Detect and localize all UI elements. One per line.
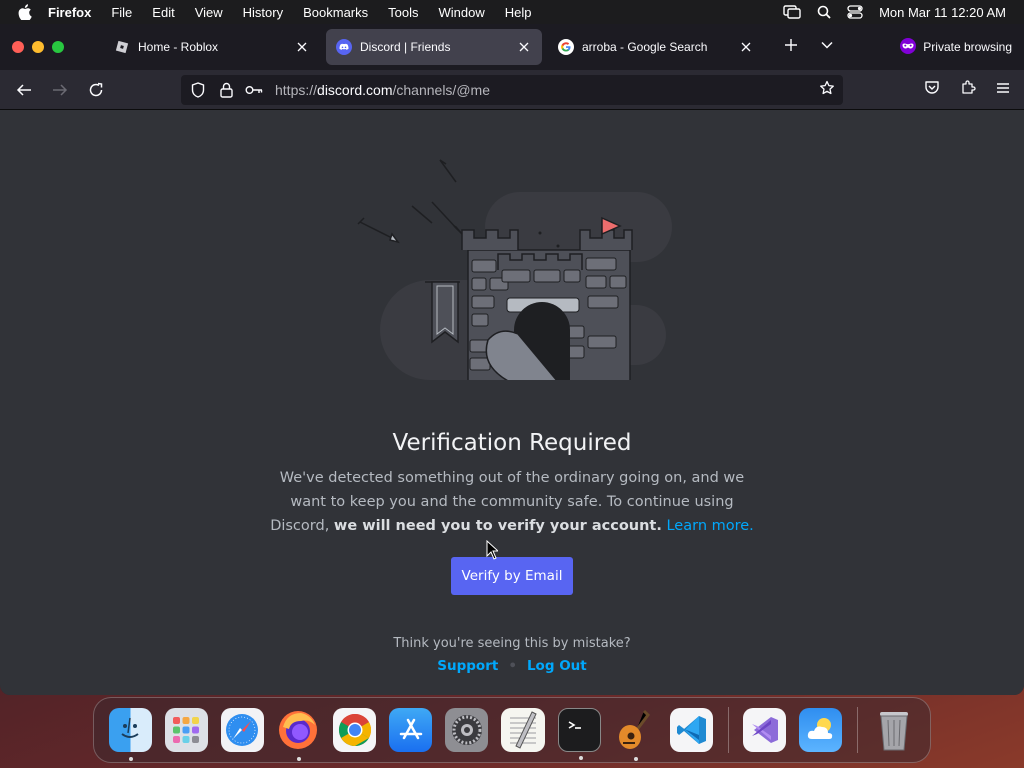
menu-tools[interactable]: Tools <box>388 5 418 20</box>
bookmark-star-icon[interactable] <box>819 80 835 101</box>
menu-bar: Firefox File Edit View History Bookmarks… <box>0 0 1024 24</box>
menubar-clock[interactable]: Mon Mar 11 12:20 AM <box>879 5 1006 20</box>
key-icon[interactable] <box>245 81 263 99</box>
terminal-icon[interactable] <box>557 708 601 760</box>
browser-window: Home - Roblox Discord | Friends arroba -… <box>0 24 1024 695</box>
spotlight-search-icon[interactable] <box>817 5 831 19</box>
close-tab-icon[interactable] <box>294 39 310 55</box>
hamburger-menu-icon[interactable] <box>996 81 1010 99</box>
private-browsing-indicator: Private browsing <box>899 37 1012 57</box>
private-mask-icon <box>899 37 917 57</box>
extensions-puzzle-icon[interactable] <box>960 79 976 100</box>
close-tab-icon[interactable] <box>516 39 532 55</box>
text-cursor-icon <box>486 540 498 560</box>
new-tab-plus-icon[interactable] <box>784 38 798 57</box>
tab-label: Home - Roblox <box>138 40 219 54</box>
firefox-icon[interactable] <box>277 708 320 761</box>
chrome-icon[interactable] <box>333 708 377 752</box>
link-separator: • <box>508 658 517 674</box>
menu-bookmarks[interactable]: Bookmarks <box>303 5 368 20</box>
finder-icon[interactable] <box>108 708 152 761</box>
visual-studio-icon[interactable] <box>743 708 787 752</box>
page-title: Verification Required <box>392 430 632 456</box>
menu-view[interactable]: View <box>195 5 223 20</box>
close-tab-icon[interactable] <box>738 39 754 55</box>
logout-link[interactable]: Log Out <box>527 658 587 674</box>
screen-mirroring-icon[interactable] <box>783 5 801 19</box>
menu-window[interactable]: Window <box>439 5 485 20</box>
forward-arrow-icon[interactable] <box>48 78 72 102</box>
dock-separator <box>727 707 729 753</box>
trash-icon[interactable] <box>872 708 915 752</box>
menu-file[interactable]: File <box>111 5 132 20</box>
discord-page: Verification Required We've detected som… <box>0 110 1024 695</box>
support-link[interactable]: Support <box>437 658 498 674</box>
verification-description: We've detected something out of the ordi… <box>262 466 762 538</box>
window-controls <box>12 41 64 53</box>
roblox-icon <box>114 39 130 55</box>
desc-bold-text: we will need you to verify your account. <box>333 518 662 534</box>
menu-history[interactable]: History <box>243 5 283 20</box>
url-bar[interactable]: https://discord.com/channels/@me <box>181 75 843 105</box>
app-store-icon[interactable] <box>389 708 433 752</box>
system-settings-icon[interactable] <box>445 708 489 752</box>
textedit-icon[interactable] <box>501 708 545 752</box>
pocket-icon[interactable] <box>924 80 940 100</box>
minimize-window-button[interactable] <box>32 41 44 53</box>
verify-by-email-button[interactable]: Verify by Email <box>451 557 573 595</box>
learn-more-link[interactable]: Learn more. <box>666 518 753 534</box>
reload-icon[interactable] <box>84 78 108 102</box>
tab-roblox[interactable]: Home - Roblox <box>104 29 320 65</box>
castle-illustration <box>357 159 672 380</box>
dock <box>93 697 931 763</box>
discord-icon <box>336 39 352 55</box>
apple-icon[interactable] <box>18 4 34 20</box>
visual-studio-code-icon[interactable] <box>669 708 714 752</box>
menu-app-name[interactable]: Firefox <box>48 5 91 20</box>
nav-bar: https://discord.com/channels/@me <box>0 70 1024 110</box>
close-window-button[interactable] <box>12 41 24 53</box>
url-text[interactable]: https://discord.com/channels/@me <box>275 82 490 98</box>
back-arrow-icon[interactable] <box>12 78 36 102</box>
weather-icon[interactable] <box>799 708 843 752</box>
safari-icon[interactable] <box>220 708 264 752</box>
tab-discord[interactable]: Discord | Friends <box>326 29 542 65</box>
tab-label: arroba - Google Search <box>582 40 708 54</box>
control-center-icon[interactable] <box>847 5 863 19</box>
help-links: Support • Log Out <box>0 658 1024 674</box>
menu-help[interactable]: Help <box>505 5 532 20</box>
launchpad-icon[interactable] <box>164 708 208 752</box>
tab-label: Discord | Friends <box>360 40 451 54</box>
private-browsing-label: Private browsing <box>923 40 1012 54</box>
list-all-tabs-chevron-icon[interactable] <box>820 38 834 57</box>
google-icon <box>558 39 574 55</box>
tracking-protection-shield-icon[interactable] <box>189 81 207 99</box>
garageband-icon[interactable] <box>614 708 657 761</box>
dock-separator <box>856 707 858 753</box>
mistake-text: Think you're seeing this by mistake? <box>393 636 631 651</box>
zoom-window-button[interactable] <box>52 41 64 53</box>
lock-icon[interactable] <box>217 81 235 99</box>
tab-google[interactable]: arroba - Google Search <box>548 29 764 65</box>
menu-edit[interactable]: Edit <box>152 5 174 20</box>
tab-bar: Home - Roblox Discord | Friends arroba -… <box>0 24 1024 70</box>
